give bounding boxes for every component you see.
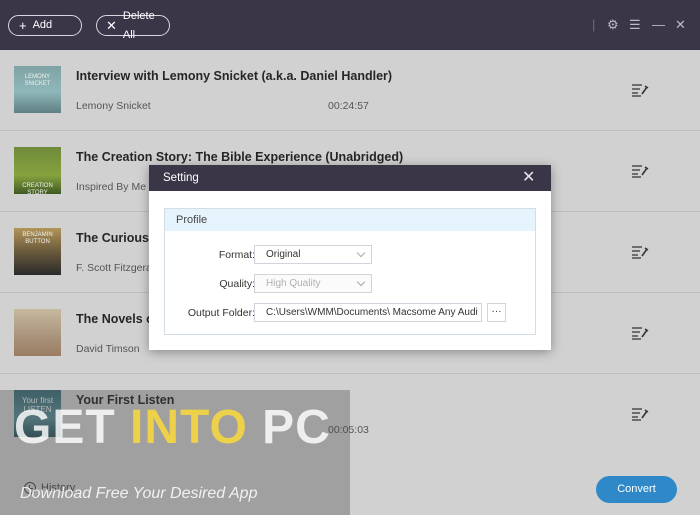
watermark-word: GET — [14, 401, 131, 454]
quality-label: Quality: — [219, 278, 255, 290]
track-author: David Timson — [76, 343, 140, 355]
add-button[interactable]: + Add — [8, 15, 82, 36]
setting-dialog: Setting ✕ Profile Format: Original Quali… — [149, 165, 551, 350]
track-author: F. Scott Fitzgera — [76, 262, 152, 274]
x-icon: ✕ — [106, 18, 117, 33]
toolbar-divider: | — [592, 17, 596, 32]
edit-settings-icon[interactable] — [631, 407, 649, 421]
add-button-label: Add — [32, 19, 53, 31]
close-icon[interactable]: ✕ — [675, 16, 686, 34]
close-icon[interactable]: ✕ — [522, 169, 535, 187]
cover-image: BENJAMIN BUTTON — [14, 228, 61, 275]
dialog-title: Setting — [163, 172, 199, 184]
track-title: The Curious — [76, 231, 149, 245]
cover-text: BENJAMIN BUTTON — [22, 232, 53, 245]
edit-settings-icon[interactable] — [631, 83, 649, 97]
track-author: Lemony Snicket — [76, 100, 151, 112]
edit-settings-icon[interactable] — [631, 164, 649, 178]
cover-image: LEMONY SNICKET — [14, 66, 61, 113]
cover-image: CREATION STORY — [14, 147, 61, 196]
chevron-down-icon — [356, 248, 366, 258]
output-folder-input[interactable]: C:\Users\WMM\Documents\ Macsome Any Audi — [254, 303, 482, 322]
menu-icon[interactable]: ☰ — [629, 16, 641, 34]
dialog-header: Setting ✕ — [149, 165, 551, 191]
chevron-down-icon — [356, 277, 366, 287]
watermark-word: PC — [247, 401, 331, 454]
delete-all-button[interactable]: ✕ Delete All — [96, 10, 170, 41]
profile-panel: Profile Format: Original Quality: High Q… — [164, 208, 536, 335]
track-title: The Novels o — [76, 312, 154, 326]
output-folder-label: Output Folder: — [187, 307, 255, 319]
profile-header: Profile — [165, 209, 535, 231]
plus-icon: + — [19, 18, 27, 33]
track-row[interactable]: LEMONY SNICKET Interview with Lemony Sni… — [0, 50, 700, 131]
quality-value: High Quality — [266, 278, 321, 289]
format-label: Format: — [218, 249, 255, 261]
title-bar: + Add ✕ Delete All | ⚙ ☰ — ✕ — [0, 0, 700, 50]
edit-settings-icon[interactable] — [631, 326, 649, 340]
convert-button[interactable]: Convert — [596, 476, 677, 503]
track-title: Interview with Lemony Snicket (a.k.a. Da… — [76, 69, 393, 83]
profile-title: Profile — [176, 214, 208, 226]
watermark-word-accent: INTO — [130, 401, 248, 454]
track-author: Inspired By Me — [76, 181, 147, 193]
watermark-tagline: Download Free Your Desired App — [20, 485, 258, 502]
format-select[interactable]: Original — [254, 245, 372, 264]
delete-all-button-label: Delete All — [122, 9, 155, 41]
quality-select: High Quality — [254, 274, 372, 293]
format-value: Original — [266, 249, 301, 260]
gear-icon[interactable]: ⚙ — [607, 16, 619, 34]
minimize-icon[interactable]: — — [652, 16, 665, 34]
cover-text: LEMONY SNICKET — [24, 74, 51, 87]
cover-image — [14, 309, 61, 356]
track-title: The Creation Story: The Bible Experience… — [76, 150, 404, 164]
cover-text: CREATION STORY — [22, 183, 53, 196]
edit-settings-icon[interactable] — [631, 245, 649, 259]
browse-button[interactable]: ··· — [487, 303, 506, 322]
watermark-logo: GET INTO PC — [14, 400, 331, 455]
track-duration: 00:24:57 — [328, 100, 369, 112]
